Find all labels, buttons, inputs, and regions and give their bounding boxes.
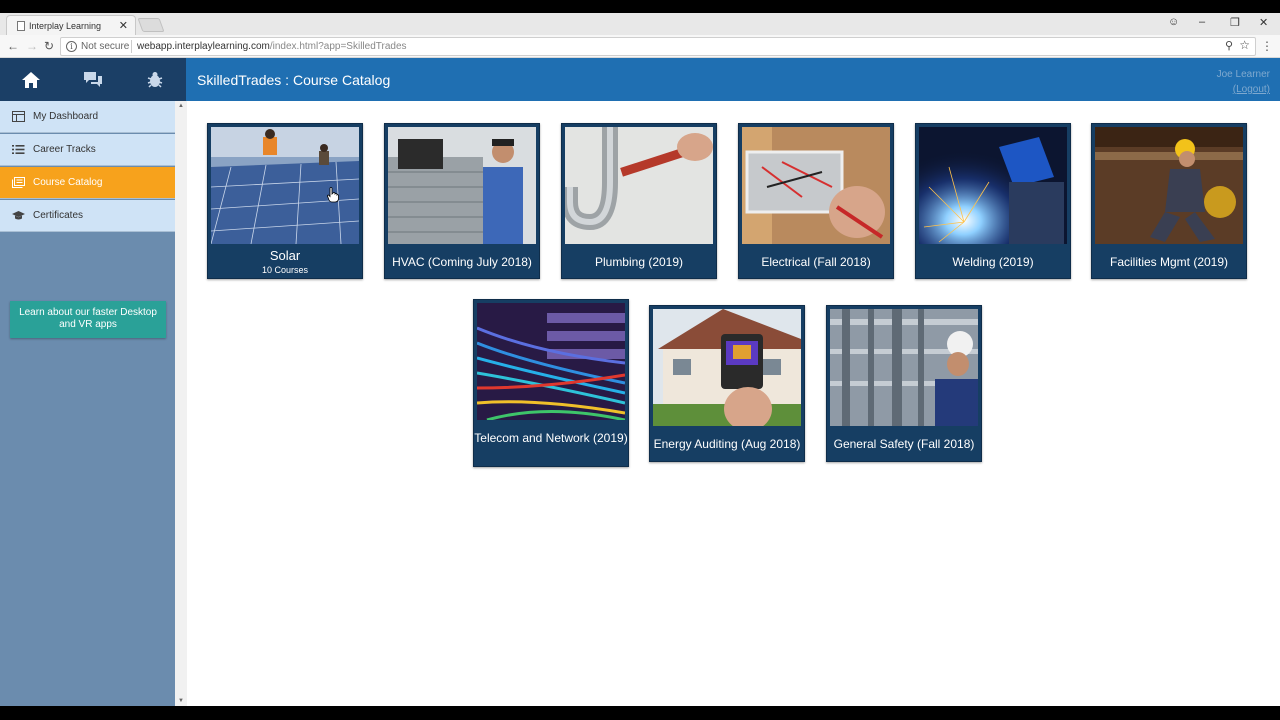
browser-toolbar: ← → ↻ i Not secure webapp.interplaylearn… — [0, 35, 1280, 58]
scrollbar[interactable]: ▲ ▼ — [175, 101, 187, 706]
address-bar[interactable]: i Not secure webapp.interplaylearning.co… — [60, 37, 1256, 56]
catalog-icon — [12, 177, 25, 188]
sidebar-item-label: Career Tracks — [33, 144, 96, 155]
url-path: /index.html?app=SkilledTrades — [269, 41, 407, 52]
course-card-hvac[interactable]: HVAC (Coming July 2018) — [384, 123, 540, 279]
desktop-vr-apps-button[interactable]: Learn about our faster Desktop and VR ap… — [10, 301, 166, 338]
bookmark-star-icon[interactable]: ☆ — [1239, 38, 1250, 52]
letterbox-bar — [0, 706, 1280, 720]
profile-icon[interactable]: ☺ — [1168, 16, 1179, 28]
info-icon[interactable]: i — [66, 41, 77, 52]
dashboard-icon — [12, 111, 25, 122]
telecom-network-image — [477, 303, 625, 420]
app-header: SkilledTrades : Course Catalog Joe Learn… — [186, 58, 1280, 101]
welding-image — [919, 127, 1067, 244]
course-catalog-grid: Solar 10 Courses HVAC (Coming July 2018) — [187, 101, 1280, 706]
sidebar-item-label: My Dashboard — [33, 111, 99, 122]
scroll-down-icon[interactable]: ▼ — [178, 698, 184, 704]
chat-icon[interactable] — [83, 70, 103, 90]
tab-title: Interplay Learning — [29, 21, 102, 31]
course-title: Electrical (Fall 2018) — [761, 255, 871, 269]
security-label: Not secure — [81, 41, 130, 52]
course-title: Solar — [269, 248, 301, 263]
energy-auditing-image — [653, 309, 801, 426]
graduation-cap-icon — [12, 211, 25, 220]
course-card-telecom-network[interactable]: Telecom and Network (2019) — [473, 299, 629, 467]
browser-tab[interactable]: Interplay Learning ✕ — [6, 15, 136, 35]
sidebar-item-label: Certificates — [33, 210, 84, 221]
nav-icon-bar — [0, 58, 186, 101]
course-title: Energy Auditing (Aug 2018) — [653, 437, 801, 451]
new-tab-button[interactable] — [137, 18, 165, 32]
plumbing-image — [565, 127, 713, 244]
reload-icon[interactable]: ↻ — [44, 39, 54, 53]
sidebar-item-certificates[interactable]: Certificates — [0, 200, 175, 232]
restore-icon[interactable]: ❐ — [1230, 16, 1240, 29]
course-title: HVAC (Coming July 2018) — [392, 255, 532, 269]
solar-image — [211, 127, 359, 244]
course-title: Facilities Mgmt (2019) — [1109, 255, 1229, 269]
course-title: General Safety (Fall 2018) — [833, 437, 975, 451]
user-info: Joe Learner (Logout) — [1217, 67, 1270, 97]
logout-link[interactable]: (Logout) — [1217, 82, 1270, 97]
page-title: SkilledTrades : Course Catalog — [197, 72, 391, 88]
scroll-up-icon[interactable]: ▲ — [178, 103, 184, 109]
url-host: webapp.interplaylearning.com — [137, 41, 270, 52]
page-icon — [17, 21, 25, 31]
sidebar-item-my-dashboard[interactable]: My Dashboard — [0, 101, 175, 133]
forward-icon[interactable]: → — [26, 39, 38, 53]
hand-cursor-icon — [327, 187, 339, 203]
course-card-plumbing[interactable]: Plumbing (2019) — [561, 123, 717, 279]
minimize-icon[interactable]: – — [1199, 16, 1205, 28]
back-icon[interactable]: ← — [7, 39, 19, 53]
user-name: Joe Learner — [1216, 69, 1270, 80]
tab-close-icon[interactable]: ✕ — [119, 19, 128, 32]
hvac-image — [388, 127, 536, 244]
course-card-electrical[interactable]: Electrical (Fall 2018) — [738, 123, 894, 279]
url-text[interactable]: webapp.interplaylearning.com/index.html?… — [137, 41, 407, 52]
app-window: SkilledTrades : Course Catalog Joe Learn… — [0, 58, 1280, 706]
electrical-image — [742, 127, 890, 244]
bug-icon[interactable] — [145, 70, 165, 90]
course-title: Plumbing (2019) — [594, 255, 684, 269]
divider — [131, 40, 132, 53]
course-card-facilities-mgmt[interactable]: Facilities Mgmt (2019) — [1091, 123, 1247, 279]
browser-menu-icon[interactable]: ⋮ — [1261, 39, 1273, 53]
key-icon[interactable]: ⚲ — [1225, 39, 1233, 52]
browser-tabstrip: Interplay Learning ✕ ☺ – ❐ ✕ — [0, 13, 1280, 35]
sidebar-item-label: Course Catalog — [33, 177, 103, 188]
screen: Interplay Learning ✕ ☺ – ❐ ✕ ← → ↻ i Not… — [0, 0, 1280, 720]
sidebar-item-course-catalog[interactable]: Course Catalog — [0, 167, 175, 199]
course-card-general-safety[interactable]: General Safety (Fall 2018) — [826, 305, 982, 462]
course-count: 10 Courses — [261, 265, 309, 275]
course-title: Welding (2019) — [952, 255, 1034, 269]
course-card-energy-auditing[interactable]: Energy Auditing (Aug 2018) — [649, 305, 805, 462]
list-icon — [12, 145, 25, 154]
sidebar-item-career-tracks[interactable]: Career Tracks — [0, 134, 175, 166]
window-close-icon[interactable]: ✕ — [1259, 16, 1268, 29]
sidebar: My Dashboard Career Tracks Course Catalo… — [0, 101, 175, 706]
general-safety-image — [830, 309, 978, 426]
course-card-solar[interactable]: Solar 10 Courses — [207, 123, 363, 279]
home-icon[interactable] — [21, 70, 41, 90]
facilities-mgmt-image — [1095, 127, 1243, 244]
course-title: Telecom and Network (2019) — [474, 431, 628, 445]
course-card-welding[interactable]: Welding (2019) — [915, 123, 1071, 279]
